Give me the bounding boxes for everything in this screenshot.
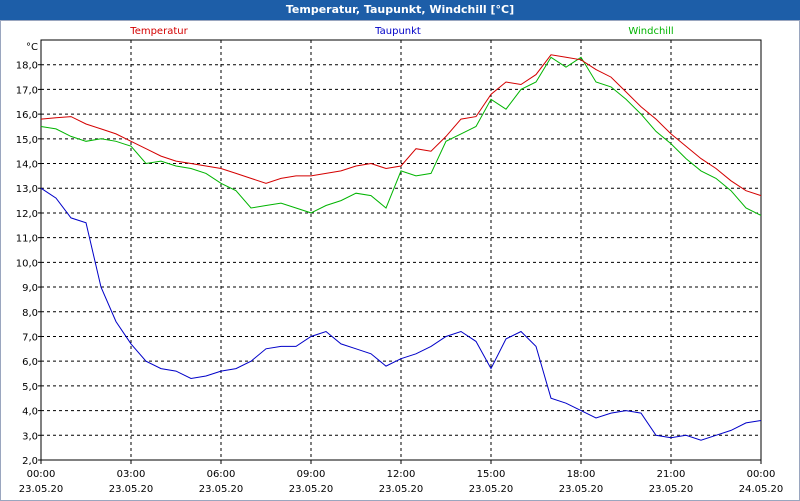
x-tick-label-date: 23.05.20: [649, 484, 694, 495]
y-tick-label: 3,0: [22, 431, 38, 442]
y-tick-label: 4,0: [22, 407, 38, 418]
x-tick-label-date: 23.05.20: [199, 484, 244, 495]
x-tick-label-time: 06:00: [207, 469, 236, 480]
y-tick-label: 8,0: [22, 308, 38, 319]
y-tick-label: 15,0: [16, 135, 38, 146]
x-tick-label-time: 03:00: [117, 469, 146, 480]
x-tick-label-date: 23.05.20: [289, 484, 334, 495]
x-tick-label-time: 15:00: [477, 469, 506, 480]
legend-item-windchill: Windchill: [628, 26, 673, 37]
x-tick-label-time: 00:00: [27, 469, 56, 480]
y-tick-label: 18,0: [16, 61, 38, 72]
y-tick-label: 7,0: [22, 332, 38, 343]
x-tick-label-date: 23.05.20: [19, 484, 64, 495]
y-tick-label: 16,0: [16, 110, 38, 121]
legend-item-temperatur: Temperatur: [129, 26, 188, 37]
y-tick-label: 11,0: [16, 234, 38, 245]
x-tick-label-date: 23.05.20: [379, 484, 424, 495]
x-tick-label-date: 23.05.20: [109, 484, 154, 495]
y-tick-label: 9,0: [22, 283, 38, 294]
x-tick-label-time: 21:00: [657, 469, 686, 480]
chart-title: Temperatur, Taupunkt, Windchill [°C]: [0, 0, 800, 20]
legend-item-taupunkt: Taupunkt: [374, 26, 421, 37]
y-tick-label: 2,0: [22, 456, 38, 467]
y-tick-label: 6,0: [22, 357, 38, 368]
y-tick-label: 14,0: [16, 160, 38, 171]
y-tick-label: 12,0: [16, 209, 38, 220]
x-tick-label-date: 24.05.20: [739, 484, 784, 495]
y-axis-label: °C: [26, 42, 38, 53]
x-tick-label-time: 18:00: [567, 469, 596, 480]
y-tick-label: 17,0: [16, 85, 38, 96]
grid: [41, 40, 761, 461]
y-tick-label: 10,0: [16, 258, 38, 269]
chart-panel: 2,0 3,0 4,0 5,0 6,0 7,0 8,0 9,0 10,0 11,0 12,0 13,0…: [0, 20, 800, 501]
axes: [38, 39, 762, 464]
y-tick-label: 5,0: [22, 382, 38, 393]
x-tick-label-time: 00:00: [747, 469, 776, 480]
x-tick-label-date: 23.05.20: [469, 484, 514, 495]
line-chart: 2,0 3,0 4,0 5,0 6,0 7,0 8,0 9,0 10,0 11,0 12,0 13,0…: [16, 26, 784, 495]
y-tick-label: 13,0: [16, 184, 38, 195]
x-tick-label-time: 09:00: [297, 469, 326, 480]
x-tick-label-date: 23.05.20: [559, 484, 604, 495]
legend: Temperatur Taupunkt Windchill: [129, 26, 673, 37]
x-tick-label-time: 12:00: [387, 469, 416, 480]
